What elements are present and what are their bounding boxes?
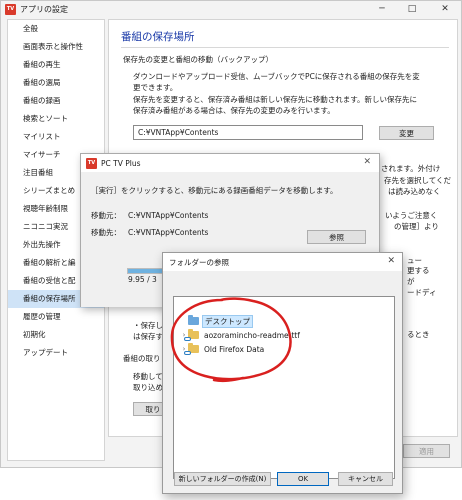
app-logo-icon: TV bbox=[86, 157, 97, 169]
obscured-text: されます。外付け bbox=[381, 164, 441, 173]
source-path: C:¥VNTApp¥Contents bbox=[128, 211, 209, 220]
folder-tree[interactable]: デスクトップ › aozoramincho-readme-ttf › Old F… bbox=[173, 296, 395, 479]
sidebar-item-general[interactable]: 全般 bbox=[8, 20, 104, 38]
background-fragment bbox=[0, 467, 2, 476]
import-description: 取り込め bbox=[133, 383, 163, 392]
description-line: ダウンロードやアップロード受信、ムーブバックでPCに保存される番組の保存先を変 bbox=[133, 72, 420, 81]
title-divider bbox=[121, 47, 449, 48]
close-button[interactable]: ✕ bbox=[431, 1, 459, 17]
note-text: は保存す bbox=[133, 332, 163, 341]
progress-text: 9.95 / 3 bbox=[128, 275, 157, 284]
folder-cloud-icon bbox=[184, 329, 199, 341]
tree-item-label: デスクトップ bbox=[202, 314, 253, 328]
obscured-text: ュー bbox=[407, 256, 422, 265]
tree-item-label: Old Firefox Data bbox=[204, 344, 265, 354]
tree-item-old-firefox-data[interactable]: › Old Firefox Data bbox=[180, 343, 266, 355]
destination-path: C:¥VNTApp¥Contents bbox=[128, 228, 209, 237]
browse-title: フォルダーの参照 bbox=[169, 257, 229, 267]
note-text: るとき bbox=[407, 330, 430, 339]
folder-blue-icon bbox=[188, 315, 199, 325]
obscured-text: ードディ bbox=[407, 288, 437, 297]
description-line: 保存済み番組がある場合は、保存先の変更のみを行います。 bbox=[133, 106, 335, 115]
description-line: 保存先を変更すると、保存済み番組は新しい保存先に移動されます。新しい保存先に bbox=[133, 95, 417, 104]
obscured-text: が bbox=[407, 277, 415, 286]
tree-item-label: aozoramincho-readme-ttf bbox=[204, 330, 300, 340]
ok-button[interactable]: OK bbox=[277, 472, 329, 486]
obscured-text: 存先を選択してくだ bbox=[384, 176, 452, 185]
obscured-text: 更する bbox=[407, 266, 430, 275]
sidebar-item-mylist[interactable]: マイリスト bbox=[8, 128, 104, 146]
minimize-button[interactable]: ─ bbox=[368, 1, 396, 17]
dialog-title: PC TV Plus bbox=[101, 158, 141, 168]
cancel-button[interactable]: キャンセル bbox=[338, 472, 393, 486]
source-label: 移動元： bbox=[91, 211, 121, 220]
sidebar-item-search-sort[interactable]: 検索とソート bbox=[8, 110, 104, 128]
title-bar[interactable]: TV アプリの設定 ─ □ ✕ bbox=[1, 1, 461, 17]
storage-path-field[interactable]: C:¥VNTApp¥Contents bbox=[133, 125, 363, 140]
obscured-text: いようご注意く bbox=[385, 211, 438, 220]
destination-label: 移動先： bbox=[91, 228, 121, 237]
change-button[interactable]: 変更 bbox=[379, 126, 434, 140]
sidebar-item-display[interactable]: 画面表示と操作性 bbox=[8, 38, 104, 56]
sidebar-item-recording[interactable]: 番組の録画 bbox=[8, 92, 104, 110]
dialog-instruction: ［実行］をクリックすると、移動元にある録画番組データを移動します。 bbox=[91, 186, 338, 195]
new-folder-button[interactable]: 新しいフォルダーの作成(N) bbox=[174, 472, 271, 486]
browse-close-button[interactable]: ✕ bbox=[387, 256, 395, 266]
app-logo-icon: TV bbox=[5, 3, 16, 15]
page-title: 番組の保存場所 bbox=[121, 31, 195, 43]
sidebar-item-playback[interactable]: 番組の再生 bbox=[8, 56, 104, 74]
tree-item-aozoramincho[interactable]: › aozoramincho-readme-ttf bbox=[180, 329, 302, 341]
sidebar-item-reset[interactable]: 初期化 bbox=[8, 326, 104, 344]
sidebar-item-update[interactable]: アップデート bbox=[8, 344, 104, 362]
window-title: アプリの設定 bbox=[20, 4, 68, 14]
sidebar-item-history[interactable]: 履歴の管理 bbox=[8, 308, 104, 326]
cloud-icon bbox=[184, 337, 191, 341]
cloud-icon bbox=[184, 351, 191, 355]
folder-cloud-icon bbox=[184, 343, 199, 355]
dialog-close-button[interactable]: ✕ bbox=[363, 157, 371, 167]
import-description: 移動して bbox=[133, 372, 163, 381]
description-line: 更できます。 bbox=[133, 83, 178, 92]
sidebar-item-channel[interactable]: 番組の選局 bbox=[8, 74, 104, 92]
browse-button[interactable]: 参照 bbox=[307, 230, 366, 244]
folder-browse-dialog: フォルダーの参照 ✕ デスクトップ › aozoramincho-readme-… bbox=[162, 252, 403, 494]
obscured-text: の管理］より bbox=[394, 222, 439, 231]
apply-button[interactable]: 適用 bbox=[403, 444, 450, 458]
dialog-title-bar[interactable]: TV PC TV Plus ✕ bbox=[81, 154, 379, 172]
maximize-button[interactable]: □ bbox=[398, 1, 426, 17]
note-text: ・保存し bbox=[133, 321, 163, 330]
obscured-text: は読み込めなく bbox=[388, 187, 441, 196]
browse-title-bar[interactable]: フォルダーの参照 ✕ bbox=[163, 253, 402, 271]
tree-item-desktop[interactable]: デスクトップ bbox=[180, 314, 253, 328]
section-heading-storage: 保存先の変更と番組の移動（バックアップ） bbox=[123, 55, 273, 64]
section-heading-import: 番組の取り bbox=[123, 354, 161, 363]
